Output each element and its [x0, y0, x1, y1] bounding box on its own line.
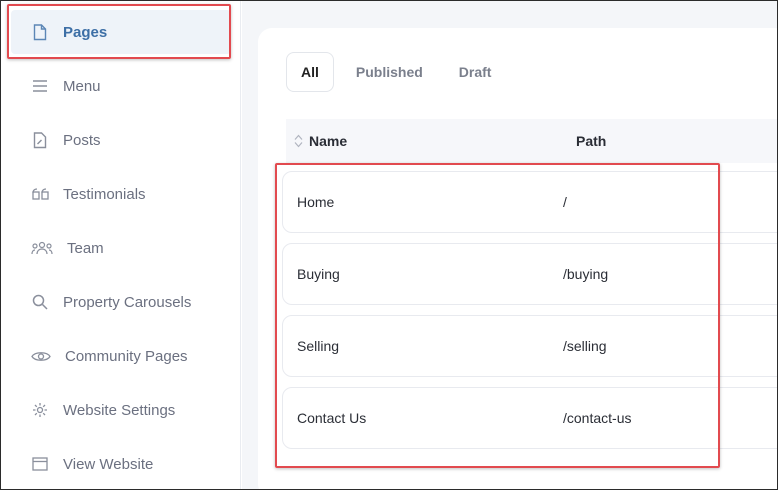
- page-path: /selling: [563, 338, 607, 354]
- window-icon: [31, 455, 49, 473]
- column-header-path: Path: [576, 133, 607, 149]
- sidebar-item-label: Community Pages: [65, 347, 188, 365]
- menu-icon: [31, 77, 49, 95]
- page-path: /contact-us: [563, 410, 632, 426]
- table-row[interactable]: Contact Us /contact-us: [282, 387, 778, 449]
- sidebar: Pages Menu Posts Testimonials Team Prope…: [1, 1, 241, 489]
- sidebar-item-posts[interactable]: Posts: [11, 118, 231, 162]
- column-header-name[interactable]: Name: [286, 133, 576, 149]
- sidebar-item-label: Testimonials: [63, 185, 146, 203]
- file-icon: [31, 23, 49, 41]
- sidebar-item-label: Posts: [63, 131, 101, 149]
- sidebar-item-team[interactable]: Team: [11, 226, 231, 270]
- search-icon: [31, 293, 49, 311]
- page-name: Contact Us: [297, 410, 367, 426]
- sidebar-item-label: Menu: [63, 77, 101, 95]
- page-path: /buying: [563, 266, 609, 282]
- tab-draft[interactable]: Draft: [445, 52, 506, 92]
- eye-icon: [31, 347, 51, 365]
- pages-card: All Published Draft Name Path Home / Buy…: [258, 28, 778, 490]
- quote-icon: [31, 185, 49, 203]
- file-edit-icon: [31, 131, 49, 149]
- page-path: /: [563, 194, 567, 210]
- table-row[interactable]: Home /: [282, 171, 778, 233]
- team-icon: [31, 239, 53, 257]
- sidebar-item-website-settings[interactable]: Website Settings: [11, 388, 231, 432]
- sort-icon[interactable]: [294, 134, 303, 148]
- gear-icon: [31, 401, 49, 419]
- sidebar-item-property-carousels[interactable]: Property Carousels: [11, 280, 231, 324]
- sidebar-item-label: Team: [67, 239, 104, 257]
- table-row[interactable]: Selling /selling: [282, 315, 778, 377]
- page-name: Home: [297, 194, 335, 210]
- sidebar-item-label: Pages: [63, 23, 108, 41]
- page-name: Selling: [297, 338, 340, 354]
- sidebar-item-community-pages[interactable]: Community Pages: [11, 334, 231, 378]
- sidebar-item-label: Property Carousels: [63, 293, 192, 311]
- sidebar-item-label: Website Settings: [63, 401, 176, 419]
- sidebar-item-view-website[interactable]: View Website: [11, 442, 231, 486]
- page-name: Buying: [297, 266, 340, 282]
- main-content: All Published Draft Name Path Home / Buy…: [242, 1, 778, 490]
- sidebar-item-pages[interactable]: Pages: [11, 10, 231, 54]
- table-row[interactable]: Buying /buying: [282, 243, 778, 305]
- sidebar-item-testimonials[interactable]: Testimonials: [11, 172, 231, 216]
- tab-all[interactable]: All: [286, 52, 334, 92]
- table-header: Name Path: [286, 119, 778, 163]
- tab-published[interactable]: Published: [342, 52, 437, 92]
- filter-tabs: All Published Draft: [286, 52, 513, 92]
- sidebar-item-menu[interactable]: Menu: [11, 64, 231, 108]
- sidebar-item-label: View Website: [63, 455, 154, 473]
